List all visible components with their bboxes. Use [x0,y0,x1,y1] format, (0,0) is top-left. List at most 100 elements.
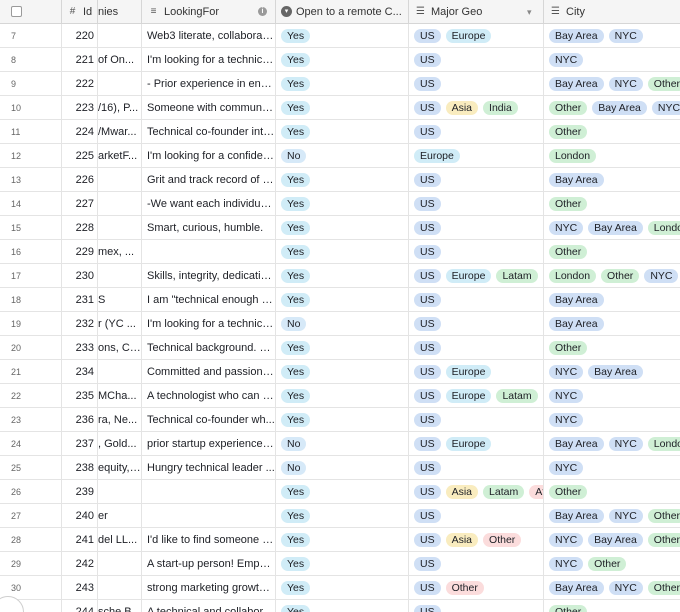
id-cell[interactable]: 223 [62,96,98,119]
lookingfor-cell[interactable]: A technologist who can m... [142,384,276,407]
id-cell[interactable]: 235 [62,384,98,407]
companies-cell[interactable]: MCha... [98,384,142,407]
city-cell[interactable]: Bay Area [544,312,680,335]
geo-cell[interactable]: US [409,240,544,263]
city-cell[interactable]: Bay Area [544,288,680,311]
companies-cell[interactable]: of On... [98,48,142,71]
id-cell[interactable]: 244 [62,600,98,612]
column-header-lookingfor[interactable]: ≡ LookingFor i [142,0,276,23]
city-cell[interactable]: Other [544,192,680,215]
companies-cell[interactable] [98,72,142,95]
geo-cell[interactable]: US Asia India [409,96,544,119]
table-row[interactable]: 25 238 equity, ... Hungry technical leader … [0,456,680,480]
companies-cell[interactable]: er [98,504,142,527]
lookingfor-cell[interactable]: I'm looking for a technical... [142,48,276,71]
geo-cell[interactable]: US [409,504,544,527]
lookingfor-cell[interactable]: Hungry technical leader ... [142,456,276,479]
table-row[interactable]: 12 225 arketF... I'm looking for a confiden… [0,144,680,168]
id-cell[interactable]: 236 [62,408,98,431]
id-cell[interactable]: 242 [62,552,98,575]
lookingfor-cell[interactable]: Smart, curious, humble. [142,216,276,239]
remote-cell[interactable]: Yes [276,240,409,263]
geo-cell[interactable]: Europe [409,144,544,167]
id-cell[interactable]: 224 [62,120,98,143]
table-row[interactable]: 9 222 - Prior experience in engi... Yes US Ba… [0,72,680,96]
geo-cell[interactable]: US Other [409,576,544,599]
companies-cell[interactable]: mex, ... [98,240,142,263]
remote-cell[interactable]: No [276,456,409,479]
companies-cell[interactable]: S [98,288,142,311]
city-cell[interactable]: Other Bay Area NYC [544,96,680,119]
remote-cell[interactable]: Yes [276,552,409,575]
geo-cell[interactable]: US [409,216,544,239]
remote-cell[interactable]: Yes [276,120,409,143]
geo-cell[interactable]: USEuropeLatamA [409,264,544,287]
column-header-companies[interactable]: nies [98,0,142,23]
table-row[interactable]: 10 223/16), P... Someone with community...… [0,96,680,120]
city-cell[interactable]: NYC [544,456,680,479]
info-icon[interactable]: i [258,7,267,16]
remote-cell[interactable]: No [276,432,409,455]
city-cell[interactable]: Other [544,480,680,503]
companies-cell[interactable]: /Mwar... [98,120,142,143]
city-cell[interactable]: NYC Bay Area London [544,216,680,239]
remote-cell[interactable]: No [276,144,409,167]
city-cell[interactable]: Other [544,336,680,359]
table-row[interactable]: 17 230 Skills, integrity, dedicatio... Yes U… [0,264,680,288]
companies-cell[interactable] [98,480,142,503]
geo-cell[interactable]: US [409,168,544,191]
city-cell[interactable]: Bay Area NYC Other [544,576,680,599]
table-row[interactable]: 24 237 , Gold... prior startup experience e… [0,432,680,456]
lookingfor-cell[interactable]: Someone with community... [142,96,276,119]
id-cell[interactable]: 240 [62,504,98,527]
select-all-checkbox[interactable] [11,6,22,17]
city-cell[interactable]: NYC [544,408,680,431]
geo-cell[interactable]: US Europe [409,24,544,47]
remote-cell[interactable]: Yes [276,576,409,599]
id-cell[interactable]: 222 [62,72,98,95]
table-row[interactable]: 14 227 -We want each individual ... Yes US Ot… [0,192,680,216]
table-row[interactable]: 30 243 strong marketing growth ... Yes US Oth… [0,576,680,600]
lookingfor-cell[interactable]: Committed and passionat... [142,360,276,383]
geo-cell[interactable]: US [409,72,544,95]
companies-cell[interactable]: , Gold... [98,432,142,455]
id-cell[interactable]: 225 [62,144,98,167]
id-cell[interactable]: 230 [62,264,98,287]
lookingfor-cell[interactable]: - Prior experience in engi... [142,72,276,95]
table-row[interactable]: 21 234 Committed and passionat... Yes US Euro… [0,360,680,384]
remote-cell[interactable]: Yes [276,336,409,359]
companies-cell[interactable]: del LL... [98,528,142,551]
id-cell[interactable]: 221 [62,48,98,71]
column-header-city[interactable]: ☰ City [544,0,680,23]
lookingfor-cell[interactable]: I am "technical enough to... [142,288,276,311]
lookingfor-cell[interactable]: I'm looking for a technical... [142,312,276,335]
table-row[interactable]: 16 229 mex, ... Yes US Other [0,240,680,264]
column-header-remote[interactable]: ▾ Open to a remote C... [276,0,409,23]
table-row[interactable]: 8 221 of On... I'm looking for a technical.… [0,48,680,72]
remote-cell[interactable]: Yes [276,384,409,407]
remote-cell[interactable]: Yes [276,480,409,503]
geo-cell[interactable]: US [409,456,544,479]
geo-cell[interactable]: US [409,408,544,431]
table-row[interactable]: 29 242 A start-up person! Empha... Yes US NYC… [0,552,680,576]
lookingfor-cell[interactable]: Technical co-founder inte... [142,120,276,143]
remote-cell[interactable]: Yes [276,504,409,527]
lookingfor-cell[interactable]: A start-up person! Empha... [142,552,276,575]
remote-cell[interactable]: Yes [276,48,409,71]
id-cell[interactable]: 231 [62,288,98,311]
geo-cell[interactable]: US [409,336,544,359]
companies-cell[interactable] [98,168,142,191]
geo-cell[interactable]: US Europe Latam [409,384,544,407]
id-cell[interactable]: 233 [62,336,98,359]
remote-cell[interactable]: Yes [276,600,409,612]
remote-cell[interactable]: Yes [276,24,409,47]
companies-cell[interactable] [98,192,142,215]
id-cell[interactable]: 229 [62,240,98,263]
table-row[interactable]: 20 233 ons, Ct... Technical background. C..… [0,336,680,360]
lookingfor-cell[interactable]: Technical background. C... [142,336,276,359]
city-cell[interactable]: NYC Other [544,552,680,575]
column-header-id[interactable]: # Id [62,0,98,23]
remote-cell[interactable]: Yes [276,264,409,287]
remote-cell[interactable]: Yes [276,216,409,239]
city-cell[interactable]: NYC [544,384,680,407]
